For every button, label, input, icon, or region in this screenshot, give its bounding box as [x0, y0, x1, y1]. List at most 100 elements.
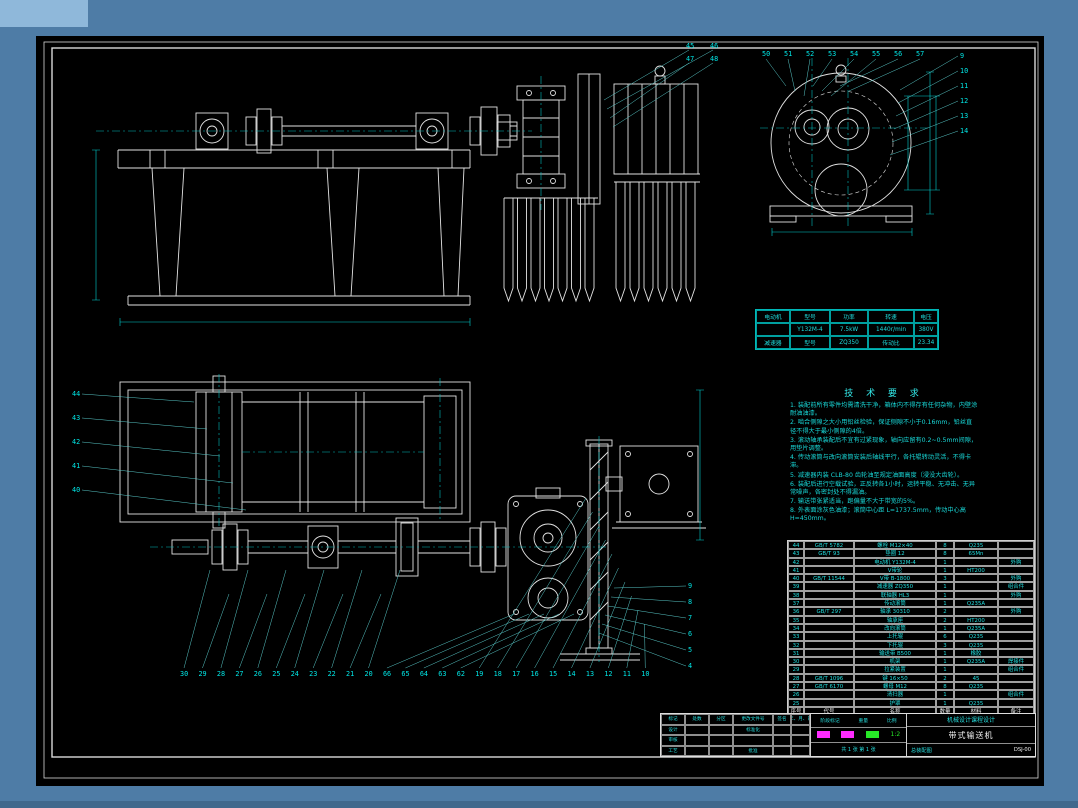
title-block-cell: 标记: [661, 714, 685, 725]
motor-table-cell: 功率: [830, 310, 868, 323]
parts-table-cell: 8: [936, 682, 954, 691]
parts-table-cell: [804, 590, 854, 600]
motor-table-row: 减速器 型号 ZQ350 传动比 23.34: [756, 336, 938, 349]
callout-label: 27: [235, 670, 244, 678]
parts-table-cell: 44: [788, 541, 804, 550]
motor-table-cell: 1440r/min: [868, 323, 914, 336]
tech-req-line: 6. 装配后进行空载试验，正反转各1小时，运转平稳、无冲击、无异常噪声，各密封处…: [790, 480, 976, 496]
stage-stamp-mark: [816, 731, 830, 739]
parts-table-cell: [954, 582, 998, 591]
title-block-cell: 分区: [709, 714, 733, 725]
title-block-cell: [733, 735, 773, 746]
parts-table-row: 28 GB/T 1096 键 16×50 2 45: [788, 673, 1034, 683]
parts-table-cell: 3: [936, 640, 954, 649]
callout-label: 65: [401, 670, 410, 678]
stage-mark-headers: 阶段标记 重量 比例: [811, 714, 906, 729]
title-block-row: 设计 标准化: [661, 724, 810, 735]
stage-stamp-mark: [865, 731, 879, 739]
tech-req-line: 5. 减速器内装 CLB-80 齿轮油至规定油面高度（浸没大齿轮）。: [790, 471, 964, 479]
motor-table-cell: 型号: [790, 310, 830, 323]
parts-table-cell: 40: [788, 574, 804, 583]
parts-table-cell: 35: [788, 615, 804, 624]
parts-table-row: 25 护罩 1 Q235: [788, 698, 1034, 707]
parts-table-cell: 28: [788, 673, 804, 683]
parts-table-row: 41 V带轮 1 HT200: [788, 565, 1034, 575]
callout-label: 66: [382, 670, 392, 678]
motor-table-cell: [756, 323, 790, 336]
parts-table-row: 40 GB/T 11544 V带 B-1800 3 外购: [788, 574, 1034, 583]
parts-table-cell: [804, 557, 854, 566]
drawing-subtitle: 总装配图: [911, 747, 932, 754]
parts-table-cell: Q235: [954, 632, 998, 641]
callout-label: 6: [688, 630, 693, 638]
parts-table-cell: GB/T 11544: [804, 574, 854, 583]
parts-table-row: 44 GB/T 5782 螺栓 M12×40 8 Q235: [788, 541, 1034, 550]
tech-req-lines: 1. 装配前所有零件均需清洗干净，箱体内不得存有任何杂物，内壁涂耐油油漆。 2. …: [790, 402, 978, 524]
parts-table-cell: [804, 599, 854, 608]
parts-table-cell: 1: [936, 557, 954, 566]
title-block-cell: 设计: [661, 724, 685, 735]
parts-table-cell: 橡胶: [954, 648, 998, 658]
parts-table-cell: 8: [936, 549, 954, 558]
callout-label: 17: [512, 670, 521, 678]
parts-table-row: 43 GB/T 93 垫圈 12 8 65Mn: [788, 549, 1034, 558]
parts-table-cell: 33: [788, 632, 804, 641]
parts-table-cell: [804, 698, 854, 707]
callout-label: 56: [894, 50, 903, 58]
parts-table-cell: 41: [788, 565, 804, 575]
callout-label: 7: [688, 614, 693, 622]
callout-label: 55: [872, 50, 881, 58]
parts-table-row: 27 GB/T 6170 螺母 M12 8 Q235: [788, 682, 1034, 691]
callout-label: 51: [784, 50, 793, 58]
parts-table-cell: HT200: [954, 615, 998, 624]
motor-table-cell: 电动机: [756, 310, 790, 323]
parts-table-cell: 1: [936, 648, 954, 658]
parts-table-cell: Q235A: [954, 623, 998, 633]
parts-table-cell: 下托辊: [854, 640, 936, 649]
parts-table-row: 37 传动滚筒 1 Q235A: [788, 599, 1034, 608]
parts-table-row: 31 输送带 B500 1 橡胶: [788, 648, 1034, 658]
parts-table-cell: [998, 599, 1034, 608]
callout-label: 8: [688, 598, 693, 606]
parts-table-cell: 组合件: [998, 582, 1034, 591]
parts-table-cell: [804, 648, 854, 658]
title-block-cell: [685, 745, 709, 756]
parts-table-cell: 34: [788, 623, 804, 633]
callout-label: 22: [327, 670, 336, 678]
desktop: { "colors": { "background": "#4e7ca6", "…: [0, 0, 1078, 808]
parts-table-cell: [954, 690, 998, 699]
tech-req-line: 2. 啮合侧隙之大小用铅丝检验，保证侧隙不小于0.16mm，铅丝直径不得大于最小…: [790, 419, 973, 435]
motor-table-cell: 转速: [868, 310, 914, 323]
parts-table-cell: 42: [788, 557, 804, 566]
title-block-cell: 标准化: [733, 724, 773, 735]
parts-table-cell: 联轴器 HL3: [854, 590, 936, 600]
parts-table-cell: 26: [788, 690, 804, 699]
parts-table-cell: HT200: [954, 565, 998, 575]
parts-table-cell: [804, 690, 854, 699]
callout-label: 19: [475, 670, 484, 678]
parts-table-row: 33 上托辊 6 Q235: [788, 632, 1034, 641]
callout-label: 45: [686, 42, 695, 50]
parts-table-row: 29 拉紧装置 1 组合件: [788, 665, 1034, 674]
callout-label: 43: [72, 414, 81, 422]
parts-table-cell: 螺栓 M12×40: [854, 541, 936, 550]
tech-req-line: 1. 装配前所有零件均需清洗干净，箱体内不得存有任何杂物，内壁涂耐油油漆。: [790, 402, 978, 418]
callout-label: 12: [960, 97, 969, 105]
parts-table-cell: [998, 565, 1034, 575]
callout-label: 11: [960, 82, 969, 90]
callout-label: 30: [180, 670, 189, 678]
parts-table-cell: 外购: [998, 574, 1034, 583]
title-block-row: 标记处数分区更改文件号签名年、月、日: [661, 714, 810, 725]
title-block-cell: [709, 735, 733, 746]
drawing-subtitle-row: 总装配图 DSJ-00: [907, 744, 1035, 756]
parts-table-cell: [804, 565, 854, 575]
parts-table-row: 30 机架 1 Q235A 焊接件: [788, 657, 1034, 666]
title-block-cell: [773, 745, 791, 756]
parts-table-cell: 1: [936, 590, 954, 600]
parts-table-cell: 传动滚筒: [854, 599, 936, 608]
parts-table-row: 38 联轴器 HL3 1 外购: [788, 590, 1034, 600]
title-block-cell: [709, 724, 733, 735]
parts-table-cell: 焊接件: [998, 657, 1034, 666]
parts-table-cell: 1: [936, 565, 954, 575]
parts-table-cell: GB/T 93: [804, 549, 854, 558]
